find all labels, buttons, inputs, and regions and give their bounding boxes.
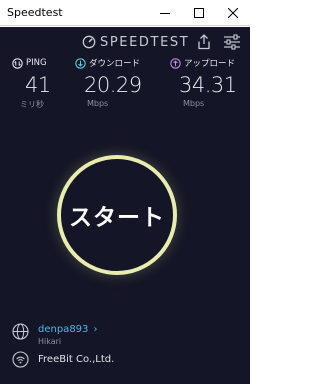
close-button[interactable] — [216, 0, 250, 26]
upload-metric: アップロード 34.31 Mbps — [170, 57, 237, 108]
close-icon — [228, 8, 238, 18]
share-icon[interactable] — [195, 34, 213, 50]
ping-value: 41 — [25, 73, 51, 97]
ping-unit: ミリ秒 — [20, 100, 44, 109]
ping-label: PING — [26, 58, 47, 68]
upload-label: アップロード — [184, 59, 236, 69]
maximize-icon — [194, 8, 204, 18]
download-icon — [75, 57, 86, 69]
download-value: 20.29 — [84, 73, 142, 97]
start-button-label: スタート — [69, 205, 165, 231]
start-button[interactable]: スタート — [57, 155, 177, 275]
upload-value: 34.31 — [179, 73, 237, 97]
window-title: Speedtest — [7, 6, 63, 19]
speedometer-icon — [82, 35, 96, 49]
brand-logo: SPEEDTEST — [82, 34, 189, 50]
ping-metric: PING 41 ミリ秒 — [12, 57, 51, 110]
globe-icon — [12, 323, 29, 340]
server-row[interactable]: FreeBit Co.,Ltd. — [12, 351, 114, 368]
minimize-button[interactable] — [148, 0, 182, 26]
settings-sliders-icon[interactable] — [223, 34, 241, 50]
brand-text: SPEEDTEST — [100, 34, 190, 50]
ping-icon — [12, 57, 23, 69]
minimize-icon — [160, 13, 170, 14]
download-label: ダウンロード — [89, 59, 141, 69]
server-broadcast-icon — [12, 351, 29, 368]
isp-row[interactable]: denpa893 › Hikari — [12, 317, 98, 346]
isp-connection-type: Hikari — [38, 337, 62, 346]
upload-icon — [170, 57, 181, 69]
chevron-right-icon: › — [93, 324, 98, 335]
download-unit: Mbps — [87, 99, 109, 108]
isp-name[interactable]: denpa893 — [38, 324, 88, 335]
download-metric: ダウンロード 20.29 Mbps — [75, 57, 142, 108]
app-panel: SPEEDTEST PING 41 ミリ秒 ダウンロード 20.29 Mbps … — [0, 27, 250, 384]
maximize-button[interactable] — [182, 0, 216, 26]
window-titlebar: Speedtest — [0, 0, 250, 26]
server-name: FreeBit Co.,Ltd. — [38, 354, 115, 365]
upload-unit: Mbps — [183, 99, 205, 108]
